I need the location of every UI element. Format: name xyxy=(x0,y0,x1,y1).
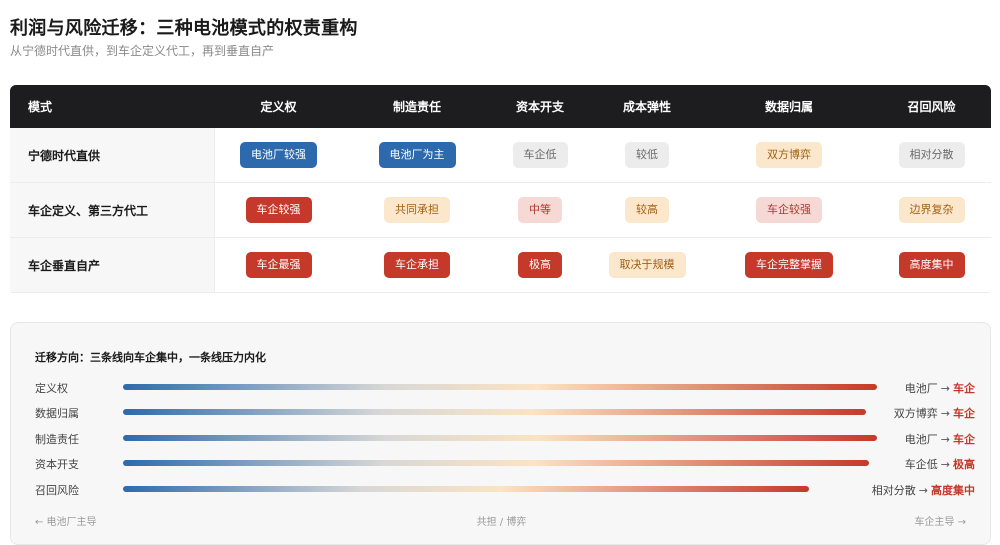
axis-label-right: 车企主导 → xyxy=(914,517,966,528)
mode-matrix-table: 模式 定义权 制造责任 资本开支 成本弹性 数据归属 召回风险 宁德时代直供 电… xyxy=(10,85,991,295)
status-badge: 车企承担 xyxy=(384,252,450,278)
migration-from: 电池厂 xyxy=(904,382,938,395)
arrow-right-icon: → xyxy=(940,433,950,446)
status-badge: 双方博弈 xyxy=(756,142,822,168)
column-header-capex: 资本开支 xyxy=(515,100,564,114)
migration-endpoint: 相对分散 → 高度集中 xyxy=(872,482,975,498)
table-row: 车企定义、第三方代工 车企较强 共同承担 中等 较高 车企较强 边界复杂 xyxy=(10,183,991,238)
arrow-right-icon: → xyxy=(940,407,950,420)
column-header-definition: 定义权 xyxy=(260,100,297,114)
migration-to: 高度集中 xyxy=(931,484,975,497)
migration-row-label: 资本开支 xyxy=(35,458,79,471)
table-row: 宁德时代直供 电池厂较强 电池厂为主 车企低 较低 双方博弈 相对分散 xyxy=(10,128,991,183)
page-subtitle: 从宁德时代直供，到车企定义代工，再到垂直自产 xyxy=(10,44,275,58)
table-row: 车企垂直自产 车企最强 车企承担 极高 取决于规模 车企完整掌握 高度集中 xyxy=(10,238,991,293)
row-label: 宁德时代直供 xyxy=(10,128,215,182)
migration-row: 定义权 电池厂 → 车企 xyxy=(35,379,975,395)
column-header-manufacturing: 制造责任 xyxy=(392,100,441,114)
migration-row-label: 制造责任 xyxy=(35,433,79,446)
migration-endpoint: 电池厂 → 车企 xyxy=(905,431,975,447)
migration-from: 车企低 xyxy=(904,458,938,471)
status-badge: 电池厂较强 xyxy=(240,142,317,168)
migration-endpoint: 车企低 → 极高 xyxy=(905,456,975,472)
status-badge: 电池厂为主 xyxy=(378,142,456,168)
migration-to: 极高 xyxy=(953,458,975,471)
status-badge: 相对分散 xyxy=(898,142,965,168)
page-title: 利润与风险迁移：三种电池模式的权责重构 xyxy=(10,18,358,39)
migration-to: 车企 xyxy=(953,407,975,420)
column-header-mode: 模式 xyxy=(28,100,53,114)
migration-gradient-bar xyxy=(123,486,809,492)
migration-row: 召回风险 相对分散 → 高度集中 xyxy=(35,481,975,497)
migration-from: 相对分散 xyxy=(871,484,916,497)
migration-to: 车企 xyxy=(953,433,975,446)
migration-row-label: 召回风险 xyxy=(35,484,79,497)
migration-row-label: 数据归属 xyxy=(35,407,79,420)
status-badge: 取决于规模 xyxy=(608,252,686,278)
migration-row: 数据归属 双方博弈 → 车企 xyxy=(35,404,975,420)
column-header-data: 数据归属 xyxy=(764,100,813,114)
row-label: 车企垂直自产 xyxy=(10,238,215,292)
arrow-right-icon: → xyxy=(918,484,928,497)
status-badge: 较低 xyxy=(625,142,669,168)
axis-label-center: 共担 / 博弈 xyxy=(476,517,527,528)
status-badge: 共同承担 xyxy=(384,197,450,223)
status-badge: 边界复杂 xyxy=(898,197,965,223)
migration-gradient-bar xyxy=(123,384,877,390)
migration-from: 双方博弈 xyxy=(893,407,938,420)
column-header-recall: 召回风险 xyxy=(907,100,956,114)
migration-row: 资本开支 车企低 → 极高 xyxy=(35,455,975,471)
arrow-right-icon: → xyxy=(940,458,950,471)
matrix-header-row: 模式 定义权 制造责任 资本开支 成本弹性 数据归属 召回风险 xyxy=(10,85,991,128)
arrow-right-icon: → xyxy=(940,382,950,395)
status-badge: 极高 xyxy=(518,252,562,278)
migration-endpoint: 电池厂 → 车企 xyxy=(905,380,975,396)
migration-panel: 迁移方向：三条线向车企集中，一条线压力内化 定义权 电池厂 → 车企 数据归属 双方… xyxy=(10,322,991,545)
status-badge: 中等 xyxy=(518,197,562,223)
migration-row: 制造责任 电池厂 → 车企 xyxy=(35,430,975,446)
status-badge: 车企最强 xyxy=(245,252,312,278)
status-badge: 车企低 xyxy=(512,142,568,168)
status-badge: 车企完整掌握 xyxy=(745,252,833,278)
migration-to: 车企 xyxy=(953,382,975,395)
migration-endpoint: 双方博弈 → 车企 xyxy=(894,405,975,421)
migration-gradient-bar xyxy=(123,409,866,415)
status-badge: 车企较强 xyxy=(245,197,312,223)
migration-gradient-bar xyxy=(123,435,877,441)
migration-from: 电池厂 xyxy=(904,433,938,446)
status-badge: 高度集中 xyxy=(898,252,965,278)
column-header-cost: 成本弹性 xyxy=(622,100,671,114)
migration-title: 迁移方向：三条线向车企集中，一条线压力内化 xyxy=(35,351,266,364)
migration-gradient-bar xyxy=(123,460,869,466)
status-badge: 较高 xyxy=(625,197,669,223)
status-badge: 车企较强 xyxy=(756,197,822,223)
row-label: 车企定义、第三方代工 xyxy=(10,183,215,237)
migration-row-label: 定义权 xyxy=(35,382,68,395)
